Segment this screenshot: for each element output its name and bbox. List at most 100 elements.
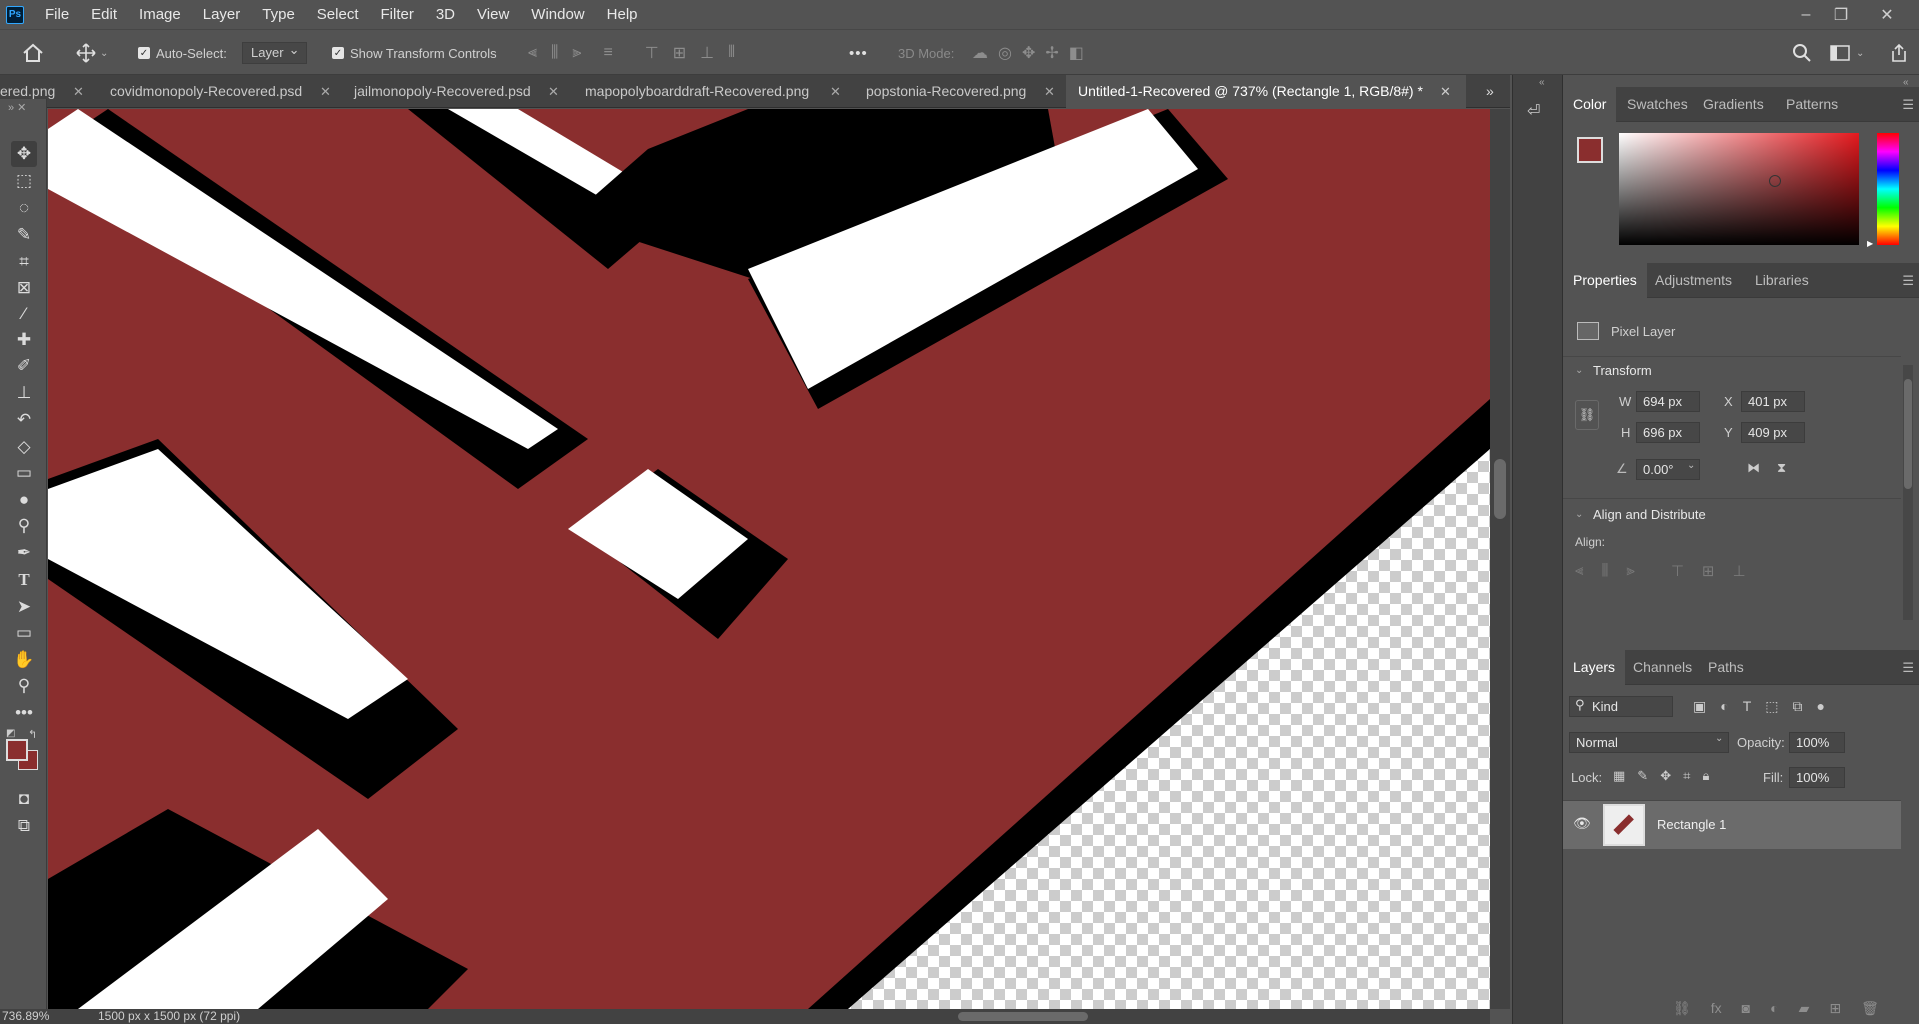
align-bottom-icon[interactable]: ⊥ <box>700 43 714 63</box>
path-selection-tool-icon[interactable]: ➤ <box>11 594 37 620</box>
more-options-button[interactable]: ••• <box>849 30 868 76</box>
filter-shape-icon[interactable]: ⬚ <box>1765 698 1778 715</box>
chevron-down-icon[interactable]: ⌄ <box>1575 365 1583 376</box>
width-field[interactable]: 694 px <box>1636 391 1700 412</box>
type-tool-icon[interactable]: T <box>11 567 37 593</box>
3d-orbit-icon[interactable]: ☁ <box>972 43 988 63</box>
transform-section-title[interactable]: Transform <box>1593 363 1652 378</box>
3d-pan-icon[interactable]: ✥ <box>1022 43 1035 63</box>
filter-toggle-icon[interactable]: ● <box>1817 698 1825 715</box>
align-right-edges-icon[interactable]: ⫸ <box>1626 562 1634 580</box>
align-left-icon[interactable]: ⫷ <box>528 44 537 62</box>
close-button[interactable]: ✕ <box>1868 0 1906 29</box>
tab-layers[interactable]: Layers <box>1563 650 1626 685</box>
menu-view[interactable]: View <box>466 0 520 29</box>
frame-tool-icon[interactable]: ⊠ <box>11 275 37 301</box>
workspace-icon[interactable]: ⌄ <box>1830 30 1864 76</box>
fill-field[interactable]: 100% <box>1789 767 1845 788</box>
tab-properties[interactable]: Properties <box>1563 263 1647 298</box>
delete-layer-icon[interactable]: 🗑︎ <box>1861 1000 1879 1017</box>
home-icon[interactable] <box>22 30 44 76</box>
lock-all-icon[interactable]: 🔒︎ <box>1702 768 1709 784</box>
tab-paths[interactable]: Paths <box>1708 650 1744 685</box>
align-top-edges-icon[interactable]: ⊤ <box>1671 562 1684 580</box>
lock-artboard-icon[interactable]: ⌗ <box>1683 768 1690 784</box>
align-horizontal-centers-icon[interactable]: ⫼ <box>1601 562 1608 580</box>
flip-horizontal-icon[interactable]: ⧓ <box>1747 460 1760 476</box>
horizontal-scroll-thumb[interactable] <box>958 1012 1088 1021</box>
minimize-button[interactable]: – <box>1787 0 1825 29</box>
foreground-color-swatch[interactable] <box>6 739 28 761</box>
new-layer-icon[interactable]: ⊞ <box>1829 1000 1841 1017</box>
marquee-tool-icon[interactable]: ⬚ <box>11 168 37 194</box>
filter-adjustment-icon[interactable]: ◐ <box>1720 698 1728 715</box>
menu-window[interactable]: Window <box>520 0 595 29</box>
y-field[interactable]: 409 px <box>1741 422 1805 443</box>
gradient-tool-icon[interactable]: ▭ <box>11 460 37 486</box>
opacity-field[interactable]: 100% <box>1789 732 1845 753</box>
filter-pixel-icon[interactable]: ▣ <box>1693 698 1706 715</box>
align-distribute-section-title[interactable]: Align and Distribute <box>1593 507 1706 522</box>
tab-untitled-1-recovered[interactable]: Untitled-1-Recovered @ 737% (Rectangle 1… <box>1066 75 1466 108</box>
angle-dropdown-icon[interactable]: ⌄ <box>1687 460 1695 471</box>
move-tool-icon[interactable]: ✥ <box>11 141 37 167</box>
rectangle-tool-icon[interactable]: ▭ <box>11 620 37 646</box>
properties-scroll-thumb[interactable] <box>1904 379 1912 489</box>
align-top-icon[interactable]: ⊤ <box>645 43 659 63</box>
filter-type-icon[interactable]: T <box>1743 698 1752 715</box>
menu-layer[interactable]: Layer <box>192 0 252 29</box>
flip-vertical-icon[interactable]: ⧗ <box>1777 460 1786 476</box>
auto-select-target-dropdown[interactable]: Layer <box>242 40 307 64</box>
close-tab-icon[interactable]: ✕ <box>73 75 84 108</box>
lock-position-icon[interactable]: ✥ <box>1660 768 1671 784</box>
align-left-edges-icon[interactable]: ⫷ <box>1575 562 1583 580</box>
quick-selection-tool-icon[interactable]: ✎ <box>11 222 37 248</box>
document-canvas[interactable] <box>48 109 1490 1009</box>
layer-row-rectangle-1[interactable]: 👁︎ Rectangle 1 <box>1563 801 1901 849</box>
distribute-icon[interactable]: ≡ <box>603 44 612 62</box>
tab-color[interactable]: Color <box>1563 87 1617 122</box>
default-colors-icon[interactable]: ◩ <box>6 728 15 739</box>
new-group-icon[interactable]: ▰ <box>1799 1000 1810 1017</box>
brush-tool-icon[interactable]: ✐ <box>11 353 37 379</box>
align-middle-icon[interactable]: ⊞ <box>673 43 686 63</box>
tab-adjustments[interactable]: Adjustments <box>1655 263 1732 298</box>
search-icon[interactable] <box>1792 30 1812 76</box>
lasso-tool-icon[interactable]: ◌ <box>11 195 37 221</box>
menu-help[interactable]: Help <box>596 0 649 29</box>
menu-edit[interactable]: Edit <box>80 0 128 29</box>
chevron-down-icon[interactable]: ⌄ <box>1575 509 1583 520</box>
vertical-scrollbar[interactable] <box>1490 109 1510 1009</box>
height-field[interactable]: 696 px <box>1636 422 1700 443</box>
close-tab-icon[interactable]: ✕ <box>1440 75 1451 108</box>
menu-file[interactable]: File <box>34 0 80 29</box>
link-proportions-icon[interactable]: ⛓ <box>1575 400 1599 430</box>
add-mask-icon[interactable]: ◙ <box>1742 1000 1750 1017</box>
tab-libraries[interactable]: Libraries <box>1755 263 1809 298</box>
color-picker-handle[interactable] <box>1769 175 1781 187</box>
collapse-dock-icon[interactable]: « <box>1539 77 1545 88</box>
tab-covidmonopoly[interactable]: covidmonopoly-Recovered.psd ✕ <box>110 75 340 108</box>
menu-image[interactable]: Image <box>128 0 192 29</box>
blend-mode-dropdown[interactable]: Normal <box>1569 732 1729 753</box>
close-tab-icon[interactable]: ✕ <box>548 75 559 108</box>
close-tab-icon[interactable]: ✕ <box>830 75 841 108</box>
3d-slide-icon[interactable]: ✢ <box>1045 43 1058 63</box>
share-icon[interactable] <box>1890 30 1908 76</box>
screen-mode-icon[interactable]: ⧉ <box>11 813 37 839</box>
tab-jailmonopoly[interactable]: jailmonopoly-Recovered.psd ✕ <box>354 75 569 108</box>
align-vertical-centers-icon[interactable]: ⊞ <box>1702 562 1715 580</box>
layer-style-icon[interactable]: fx <box>1711 1000 1722 1017</box>
clone-stamp-tool-icon[interactable]: ⊥ <box>11 380 37 406</box>
align-center-icon[interactable]: ⫼ <box>551 44 558 62</box>
tab-patterns[interactable]: Patterns <box>1786 87 1838 122</box>
tab-gradients[interactable]: Gradients <box>1703 87 1764 122</box>
menu-select[interactable]: Select <box>306 0 370 29</box>
close-tab-icon[interactable]: ✕ <box>1044 75 1055 108</box>
menu-type[interactable]: Type <box>251 0 306 29</box>
hue-slider[interactable] <box>1877 133 1899 245</box>
close-tab-icon[interactable]: ✕ <box>320 75 331 108</box>
3d-camera-icon[interactable]: ◧ <box>1069 43 1084 63</box>
quick-mask-icon[interactable]: ◘ <box>11 786 37 812</box>
tab-popstonia[interactable]: popstonia-Recovered.png ✕ <box>866 75 1066 108</box>
